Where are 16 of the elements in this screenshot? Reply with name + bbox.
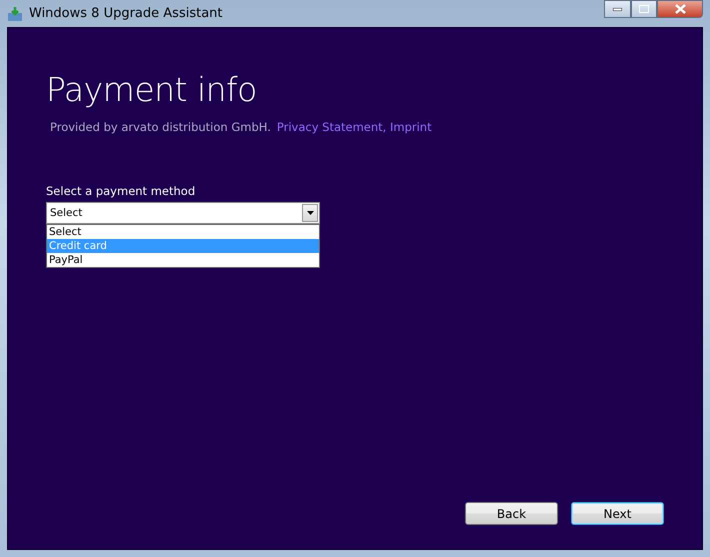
minimize-button[interactable] [604, 0, 631, 18]
minimize-icon [613, 8, 622, 10]
window-title: Windows 8 Upgrade Assistant [29, 6, 223, 21]
provider-text: Provided by arvato distribution GmbH. [50, 120, 271, 134]
download-icon [7, 6, 23, 22]
caret-icon [306, 211, 314, 215]
nav-button[interactable]: Back [465, 502, 558, 525]
page-title: Payment info [46, 70, 258, 109]
close-button[interactable] [657, 0, 703, 18]
nav-button[interactable]: Next [571, 502, 664, 525]
privacy-link[interactable]: Privacy Statement, Imprint [276, 120, 432, 134]
maximize-button[interactable] [631, 0, 657, 18]
payment-select[interactable]: Select [46, 202, 320, 224]
field-label: Select a payment method [46, 184, 196, 198]
maximize-icon [639, 5, 649, 13]
close-icon [674, 4, 686, 14]
